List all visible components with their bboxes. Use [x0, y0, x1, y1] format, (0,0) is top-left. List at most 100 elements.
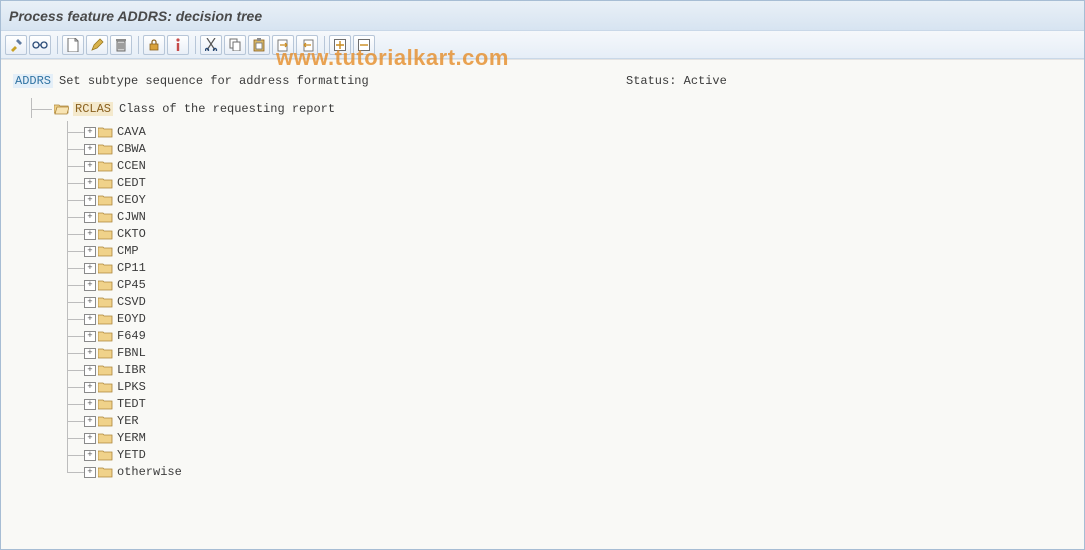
branch-row[interactable]: RCLAS Class of the requesting report	[31, 100, 1072, 118]
expand-icon[interactable]: +	[84, 416, 96, 427]
branch-description: Class of the requesting report	[119, 102, 335, 116]
tree-connector	[68, 132, 84, 133]
clipboard-out-icon[interactable]	[296, 35, 318, 55]
edit-pencil-icon[interactable]	[86, 35, 108, 55]
leaf-label: CKTO	[117, 226, 146, 243]
page-icon[interactable]	[62, 35, 84, 55]
expand-icon[interactable]: +	[84, 161, 96, 172]
leaf-label: CMP	[117, 243, 139, 260]
folder-closed-icon	[98, 246, 113, 258]
root-description: Set subtype sequence for address formatt…	[59, 74, 369, 88]
info-icon[interactable]	[167, 35, 189, 55]
folder-closed-icon	[98, 331, 113, 343]
folder-closed-icon	[98, 348, 113, 360]
tree-leaf-row[interactable]: + YER	[67, 413, 1072, 430]
expand-icon[interactable]: +	[84, 144, 96, 155]
expand-icon[interactable]: +	[84, 365, 96, 376]
tree-leaf-row[interactable]: +F649	[67, 328, 1072, 345]
lock-icon[interactable]	[143, 35, 165, 55]
pencil-wrench-icon[interactable]	[5, 35, 27, 55]
tree-leaf-row[interactable]: +CJWN	[67, 209, 1072, 226]
title-bar: Process feature ADDRS: decision tree	[1, 1, 1084, 31]
expand-icon[interactable]: +	[84, 450, 96, 461]
leaf-label: CP45	[117, 277, 146, 294]
expand-icon[interactable]: +	[84, 348, 96, 359]
folder-closed-icon	[98, 127, 113, 139]
application-toolbar	[1, 31, 1084, 59]
tree-connector	[68, 183, 84, 184]
branch-code: RCLAS	[73, 102, 113, 116]
tree-leaf-row[interactable]: +LPKS	[67, 379, 1072, 396]
folder-closed-icon	[98, 365, 113, 377]
expand-all-icon[interactable]	[329, 35, 351, 55]
folder-closed-icon	[98, 297, 113, 309]
tree-leaf-row[interactable]: + YERM	[67, 430, 1072, 447]
expand-icon[interactable]: +	[84, 263, 96, 274]
expand-icon[interactable]: +	[84, 212, 96, 223]
tree-connector	[68, 285, 84, 286]
leaf-label: EOYD	[117, 311, 146, 328]
tree-leaf-row[interactable]: +CEDT	[67, 175, 1072, 192]
tree-connector	[68, 319, 84, 320]
expand-icon[interactable]: +	[84, 297, 96, 308]
expand-icon[interactable]: +	[84, 467, 96, 478]
expand-icon[interactable]: +	[84, 331, 96, 342]
tree-vline	[67, 121, 68, 473]
tree-connector	[68, 438, 84, 439]
expand-icon[interactable]: +	[84, 195, 96, 206]
expand-icon[interactable]: +	[84, 127, 96, 138]
expand-icon[interactable]: +	[84, 314, 96, 325]
expand-icon[interactable]: +	[84, 246, 96, 257]
glasses-icon[interactable]	[29, 35, 51, 55]
expand-icon[interactable]: +	[84, 433, 96, 444]
tree-connector	[68, 387, 84, 388]
trash-icon[interactable]	[110, 35, 132, 55]
tree-leaf-row[interactable]: + otherwise	[67, 464, 1072, 481]
folder-closed-icon	[98, 467, 113, 479]
tree-connector	[68, 268, 84, 269]
cut-icon[interactable]	[200, 35, 222, 55]
expand-icon[interactable]: +	[84, 229, 96, 240]
folder-closed-icon	[98, 144, 113, 156]
status-value: Active	[684, 74, 727, 88]
collapse-all-icon[interactable]	[353, 35, 375, 55]
folder-open-icon	[54, 103, 69, 116]
branch-children: +CAVA+CBWA+CCEN+CEDT+CEOY+CJWN+CKTO+CMP+…	[67, 124, 1072, 481]
tree-leaf-row[interactable]: +FBNL	[67, 345, 1072, 362]
folder-closed-icon	[98, 178, 113, 190]
tree-leaf-row[interactable]: + CP45	[67, 277, 1072, 294]
tree-leaf-row[interactable]: +CP11	[67, 260, 1072, 277]
clipboard-in-icon[interactable]	[272, 35, 294, 55]
tree-connector	[68, 421, 84, 422]
leaf-label: otherwise	[117, 464, 182, 481]
paste-icon[interactable]	[248, 35, 270, 55]
tree-leaf-row[interactable]: + CAVA	[67, 124, 1072, 141]
tree-connector	[68, 353, 84, 354]
tree-root-row[interactable]: ADDRS Set subtype sequence for address f…	[13, 74, 1072, 88]
toolbar-separator	[138, 36, 139, 54]
tree-leaf-row[interactable]: +CEOY	[67, 192, 1072, 209]
leaf-label: TEDT	[117, 396, 146, 413]
tree-leaf-row[interactable]: + EOYD	[67, 311, 1072, 328]
tree-leaf-row[interactable]: + CCEN	[67, 158, 1072, 175]
copy-icon[interactable]	[224, 35, 246, 55]
toolbar-separator	[57, 36, 58, 54]
leaf-label: YERM	[117, 430, 146, 447]
leaf-label: CAVA	[117, 124, 146, 141]
tree-leaf-row[interactable]: + CMP	[67, 243, 1072, 260]
tree-leaf-row[interactable]: +YETD	[67, 447, 1072, 464]
expand-icon[interactable]: +	[84, 178, 96, 189]
tree-leaf-row[interactable]: +CSVD	[67, 294, 1072, 311]
tree-leaf-row[interactable]: +LIBR	[67, 362, 1072, 379]
tree-leaf-row[interactable]: +CBWA	[67, 141, 1072, 158]
status-line: Status: Active	[626, 74, 727, 88]
tree-leaf-row[interactable]: + CKTO	[67, 226, 1072, 243]
tree-leaf-row[interactable]: + TEDT	[67, 396, 1072, 413]
leaf-label: YER	[117, 413, 139, 430]
expand-icon[interactable]: +	[84, 399, 96, 410]
folder-closed-icon	[98, 433, 113, 445]
leaf-label: CCEN	[117, 158, 146, 175]
toolbar-separator	[324, 36, 325, 54]
expand-icon[interactable]: +	[84, 280, 96, 291]
expand-icon[interactable]: +	[84, 382, 96, 393]
